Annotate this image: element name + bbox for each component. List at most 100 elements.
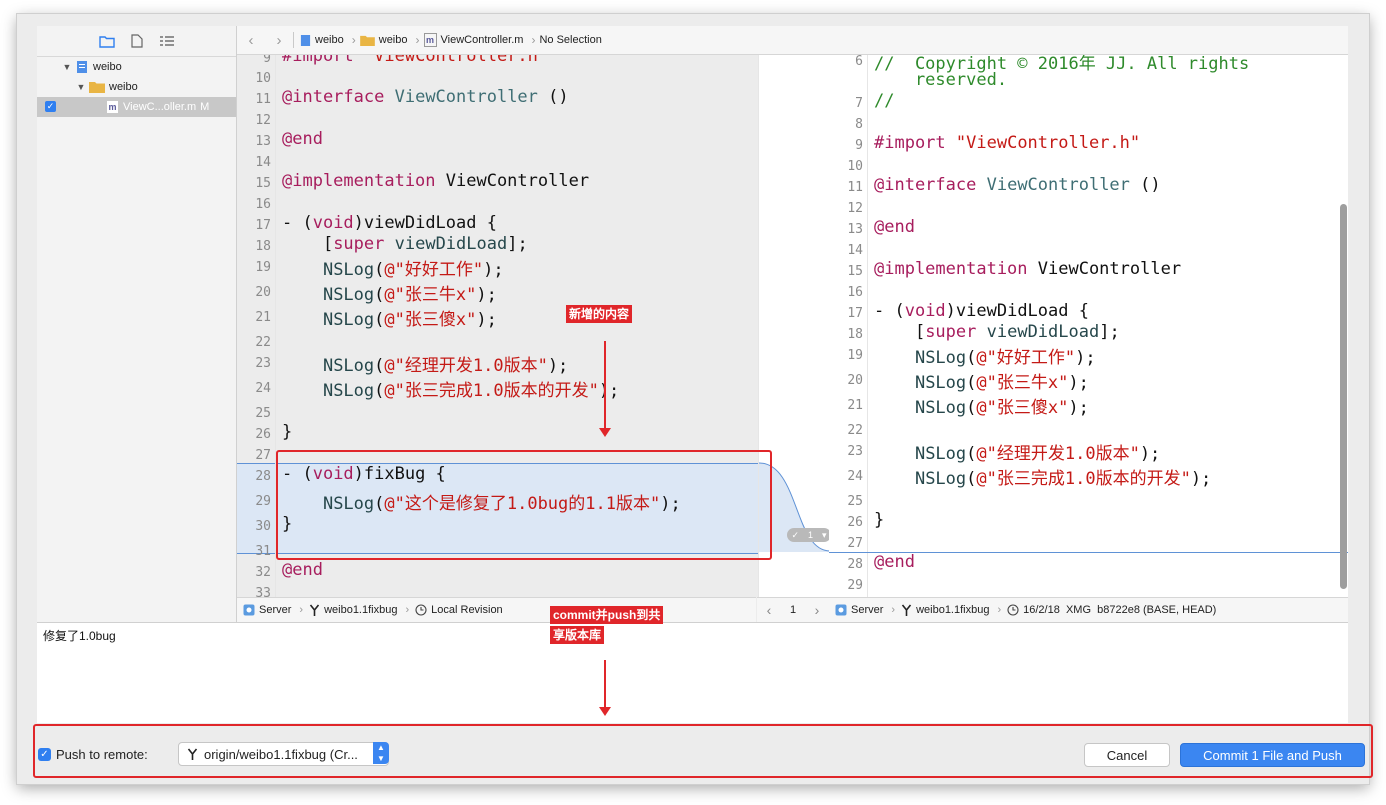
chevron-right-icon: ›: [531, 33, 536, 47]
commit-push-annotation: commit并push到共: [550, 606, 664, 624]
line-number: 30: [255, 519, 271, 534]
code-line: @implementation ViewController: [874, 259, 1182, 279]
annotation-arrow-icon: [599, 341, 611, 437]
folder-icon: [359, 35, 375, 46]
chevron-right-icon: ›: [415, 33, 420, 47]
footer-annotation-box: [33, 724, 1373, 778]
line-number: 28: [255, 469, 271, 484]
code-line: NSLog(@"张三完成1.0版本的开发");: [914, 469, 1212, 489]
clock-icon: [1007, 604, 1019, 616]
revision-page-number: 1: [789, 604, 797, 616]
navigator-group-row[interactable]: ▼ weibo: [37, 77, 236, 97]
navigator-file-row[interactable]: ✓ m ViewC...oller.m M: [37, 97, 236, 117]
diff-count: 1: [808, 530, 814, 540]
revision-selector[interactable]: Local Revision: [415, 604, 503, 616]
revision-selector[interactable]: 16/2/18 XMG b8722e8 (BASE, HEAD): [1007, 604, 1216, 616]
checkbox-checked-icon[interactable]: ✓: [45, 101, 56, 112]
vertical-scrollbar[interactable]: [1340, 204, 1347, 589]
new-content-annotation: 新增的内容: [566, 305, 633, 323]
line-number: 29: [255, 494, 271, 509]
line-number: 33: [255, 586, 271, 597]
line-number: 13: [847, 222, 863, 237]
branch-selector[interactable]: weibo1.1fixbug: [901, 604, 989, 616]
line-number: 27: [255, 448, 271, 463]
code-line: #import "ViewController.h": [282, 55, 549, 66]
line-number: 7: [855, 96, 863, 111]
code-line: NSLog(@"张三完成1.0版本的开发");: [322, 381, 620, 401]
code-line: [super viewDidLoad];: [874, 322, 1120, 342]
project-icon: [300, 34, 311, 46]
line-number: 17: [847, 306, 863, 321]
list-icon[interactable]: [158, 33, 176, 49]
new-code-annotation-box: [276, 450, 772, 560]
navigator-file-label: ViewC...oller.m: [123, 101, 197, 113]
jump-selection-label: No Selection: [539, 34, 602, 46]
line-number: 11: [255, 92, 271, 107]
code-line: NSLog(@"张三傻x");: [322, 310, 497, 330]
line-number: 25: [255, 406, 271, 421]
line-number: 13: [255, 134, 271, 149]
server-selector[interactable]: Server: [835, 604, 883, 616]
folder-icon: [89, 82, 105, 93]
code-line: NSLog(@"张三牛x");: [322, 285, 497, 305]
chevron-down-icon: ▾: [821, 530, 827, 540]
folder-icon[interactable]: [98, 33, 116, 49]
line-number: 25: [847, 494, 863, 509]
code-line: @end: [874, 552, 915, 572]
navigator-project-label: weibo: [93, 61, 122, 73]
code-line: @interface ViewController (): [282, 87, 569, 107]
code-line: - (void)viewDidLoad {: [874, 301, 1089, 321]
jump-project-label: weibo: [315, 34, 344, 46]
line-number: 22: [255, 335, 271, 350]
server-icon: [835, 604, 847, 616]
diff-toggle-badge[interactable]: ✓ 1 ▾: [787, 528, 831, 542]
disclosure-triangle-icon[interactable]: ▼: [61, 62, 73, 72]
commit-push-annotation-line2: 享版本库: [550, 626, 605, 644]
line-number: 14: [255, 155, 271, 170]
back-arrow-icon[interactable]: ‹: [237, 32, 265, 49]
branch-label: weibo1.1fixbug: [916, 604, 990, 616]
line-number: 8: [855, 117, 863, 132]
line-number: 28: [847, 557, 863, 572]
revision-label: Local Revision: [431, 604, 503, 616]
commit-message-area[interactable]: 修复了1.0bug: [37, 622, 1348, 723]
navigator-toolbar: [37, 26, 236, 57]
clock-icon: [415, 604, 427, 616]
branch-icon: [901, 604, 912, 616]
local-revision-bar: Server › weibo1.1fixbug › Local Revision: [237, 597, 756, 622]
server-icon: [243, 604, 255, 616]
commit-message-text: 修复了1.0bug: [43, 629, 116, 643]
line-number: 15: [847, 264, 863, 279]
server-selector[interactable]: Server: [243, 604, 291, 616]
jump-file[interactable]: m ViewController.m: [423, 33, 524, 47]
objc-file-icon: m: [107, 101, 118, 113]
annotation-arrow-icon: [599, 660, 611, 716]
line-number: 21: [255, 310, 271, 325]
jump-selection[interactable]: No Selection: [539, 34, 601, 46]
server-label: Server: [851, 604, 884, 616]
line-number: 10: [847, 159, 863, 174]
line-number: 20: [847, 373, 863, 388]
code-line: NSLog(@"经理开发1.0版本");: [914, 444, 1161, 464]
line-number: 15: [255, 176, 271, 191]
file-icon[interactable]: [128, 33, 146, 49]
chevron-right-icon: ›: [351, 33, 356, 47]
branch-selector[interactable]: weibo1.1fixbug: [309, 604, 397, 616]
jump-bar: ‹ › weibo › weibo › m ViewController.m ›…: [237, 26, 1348, 55]
code-line: NSLog(@"好好工作");: [322, 260, 504, 280]
line-number: 24: [255, 381, 271, 396]
navigator-project-row[interactable]: ▼ weibo: [37, 57, 236, 77]
disclosure-triangle-icon[interactable]: ▼: [75, 82, 87, 92]
jump-project[interactable]: weibo: [300, 34, 344, 47]
jump-file-label: ViewController.m: [440, 34, 524, 46]
forward-arrow-icon[interactable]: ›: [265, 32, 293, 49]
code-line: @end: [874, 217, 915, 237]
previous-arrow-icon[interactable]: ‹: [757, 602, 781, 618]
base-revision-editor[interactable]: 6// Copyright © 2016年 JJ. All rights res…: [829, 55, 1348, 597]
jump-bar-divider: [293, 32, 294, 48]
line-number: 10: [255, 71, 271, 86]
jump-group[interactable]: weibo: [359, 34, 408, 46]
next-arrow-icon[interactable]: ›: [805, 602, 829, 618]
code-line: NSLog(@"好好工作");: [914, 348, 1096, 368]
objc-file-icon: m: [423, 33, 437, 47]
